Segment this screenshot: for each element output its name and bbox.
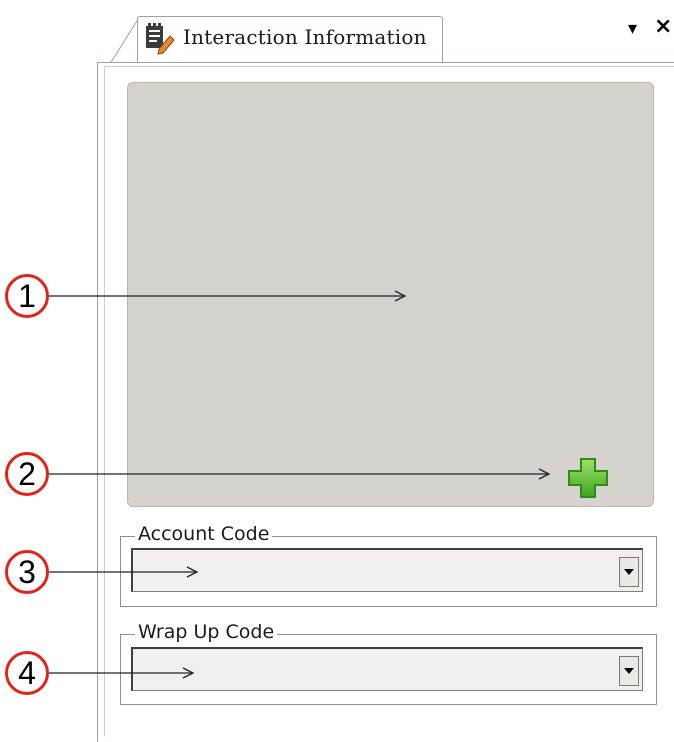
tab-menu-icon[interactable]: ▾: [628, 18, 637, 39]
callout-3: 3: [5, 550, 49, 594]
chevron-down-icon: [624, 569, 634, 575]
green-plus-icon[interactable]: [565, 455, 611, 501]
account-code-dropdown[interactable]: [131, 548, 643, 592]
callout-1: 1: [5, 274, 49, 318]
wrap-up-code-dropdown[interactable]: [131, 647, 643, 691]
interaction-details-area: [127, 82, 654, 507]
tab-title: Interaction Information: [183, 25, 427, 49]
wrap-up-code-dropdown-button[interactable]: [619, 656, 639, 686]
tab-close-icon[interactable]: ×: [654, 14, 672, 39]
wrap-up-code-label: Wrap Up Code: [135, 621, 278, 643]
notepad-edit-icon: [146, 23, 175, 55]
callout-2: 2: [5, 452, 49, 496]
chevron-down-icon: [624, 668, 634, 674]
account-code-label: Account Code: [135, 523, 273, 545]
callout-4: 4: [5, 651, 49, 695]
account-code-dropdown-button[interactable]: [619, 557, 639, 587]
